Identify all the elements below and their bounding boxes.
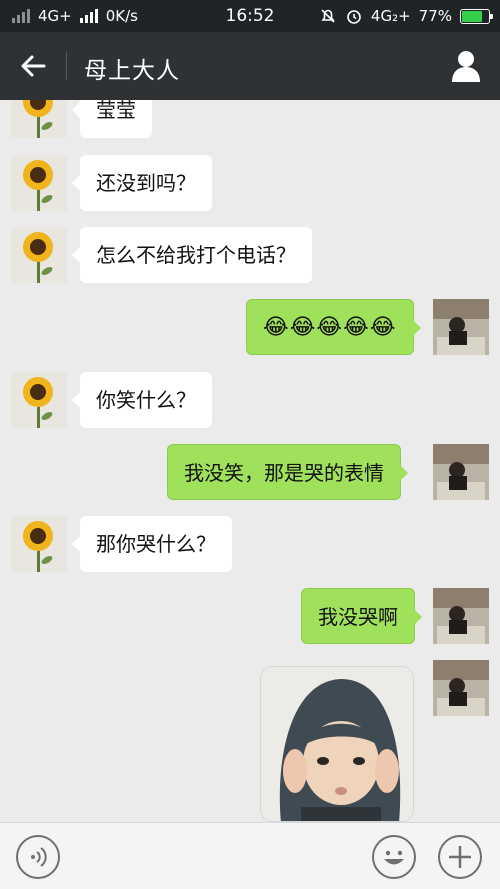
my-avatar[interactable]	[433, 299, 489, 355]
my-avatar[interactable]	[433, 660, 489, 716]
voice-icon	[31, 847, 47, 867]
message-bubble-outgoing[interactable]: 😂😂😂😂😂	[246, 299, 421, 355]
user-photo-icon	[433, 660, 489, 716]
contact-avatar[interactable]	[11, 227, 67, 283]
sunflower-icon	[11, 155, 67, 211]
contact-avatar[interactable]	[11, 516, 67, 572]
sunflower-icon	[11, 372, 67, 428]
contact-avatar[interactable]	[11, 155, 67, 211]
mute-icon	[321, 9, 335, 23]
header-divider	[66, 52, 67, 80]
emoji-button[interactable]	[372, 835, 416, 879]
alarm-icon	[347, 10, 361, 24]
message-bubble-outgoing[interactable]: 我没笑，那是哭的表情	[167, 444, 408, 500]
crying-child-sticker[interactable]	[260, 666, 414, 822]
message-bubble-incoming[interactable]: 你笑什么？	[72, 372, 212, 428]
input-bar	[0, 822, 500, 889]
plus-icon	[449, 846, 471, 868]
status-bar: 4G+ 0K/s 16:52 4G₂+ 77%	[0, 0, 500, 32]
battery-percent: 77%	[418, 7, 452, 25]
more-button[interactable]	[438, 835, 482, 879]
user-photo-icon	[433, 588, 489, 644]
contact-avatar[interactable]	[11, 372, 67, 428]
chat-area[interactable]: 莹莹 还没到吗？ 怎么不给我打个电话？ 😂😂😂😂😂 你笑什么？ 我没笑，那是哭的…	[0, 100, 500, 822]
voice-button[interactable]	[16, 835, 60, 879]
network-type-secondary: 4G₂+	[370, 7, 411, 25]
child-sticker-image	[261, 667, 413, 821]
chat-header: 母上大人	[0, 32, 500, 100]
battery-icon	[460, 8, 493, 24]
person-icon[interactable]	[450, 49, 482, 83]
user-photo-icon	[433, 444, 489, 500]
my-avatar[interactable]	[433, 588, 489, 644]
message-bubble-incoming[interactable]: 莹莹	[72, 100, 152, 138]
message-bubble-incoming[interactable]: 怎么不给我打个电话？	[72, 227, 312, 283]
sunflower-icon	[11, 100, 67, 138]
user-photo-icon	[433, 299, 489, 355]
emoji-icon	[384, 850, 404, 865]
status-right: 4G₂+ 77%	[319, 7, 493, 25]
message-bubble-incoming[interactable]: 那你哭什么？	[72, 516, 232, 572]
chat-title: 母上大人	[84, 58, 180, 84]
message-bubble-incoming[interactable]: 还没到吗？	[72, 155, 212, 211]
arrow-left-icon[interactable]	[18, 50, 50, 82]
sunflower-icon	[11, 516, 67, 572]
my-avatar[interactable]	[433, 444, 489, 500]
sunflower-icon	[11, 227, 67, 283]
contact-avatar[interactable]	[11, 100, 67, 138]
battery-fill	[462, 10, 482, 22]
message-bubble-outgoing[interactable]: 我没哭啊	[301, 588, 422, 644]
